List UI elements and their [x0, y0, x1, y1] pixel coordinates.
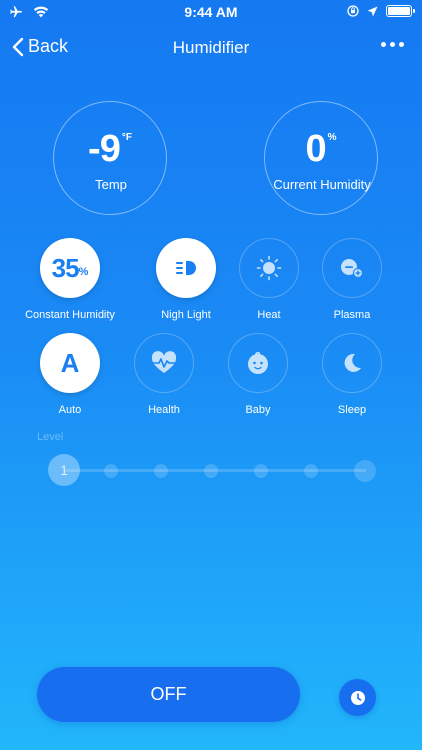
mode-plasma: Plasma — [307, 238, 397, 321]
sleep-label: Sleep — [337, 404, 367, 416]
more-dot-icon — [390, 42, 395, 47]
page-title: Humidifier — [172, 38, 250, 57]
status-right — [347, 5, 415, 17]
level-step[interactable] — [104, 464, 118, 478]
level-step[interactable] — [204, 464, 218, 478]
location-icon — [367, 5, 378, 16]
battery-icon — [386, 5, 415, 17]
plasma-button[interactable] — [322, 238, 382, 298]
moon-icon — [344, 353, 361, 372]
sun-icon — [256, 255, 282, 281]
night-light-button[interactable] — [156, 238, 216, 298]
auto-icon: A — [60, 347, 80, 378]
temperature-label: Temp — [95, 177, 127, 192]
heartbeat-icon — [151, 351, 177, 373]
constant-humidity-label: Constant Humidity — [25, 309, 115, 321]
baby-button[interactable] — [228, 333, 288, 393]
plasma-icon — [341, 259, 364, 279]
constant-humidity-value: 35 — [51, 252, 80, 283]
navigation-bar: Back Humidifier — [0, 30, 422, 66]
auto-button[interactable]: A — [40, 333, 100, 393]
rotation-lock-icon — [347, 5, 359, 17]
plasma-label: Plasma — [333, 309, 371, 321]
level-value: 1 — [60, 462, 68, 478]
status-bar: 9:44 AM — [0, 0, 422, 24]
temperature-value-row: -9 °F — [54, 128, 166, 171]
more-dot-icon — [399, 42, 404, 47]
baby-face-icon — [248, 351, 268, 374]
clock-icon — [350, 690, 365, 705]
more-menu-button[interactable] — [381, 42, 404, 47]
sleep-button[interactable] — [322, 333, 382, 393]
temperature-value: -9 — [88, 128, 121, 170]
level-slider-knob[interactable]: 1 — [48, 454, 80, 486]
level-step-max[interactable] — [354, 460, 376, 482]
timer-button[interactable] — [339, 679, 376, 716]
mode-sleep: Sleep — [307, 333, 397, 416]
mode-constant-humidity: 35% Constant Humidity — [25, 238, 115, 321]
level-step[interactable] — [154, 464, 168, 478]
temperature-unit: °F — [121, 132, 132, 143]
level-step[interactable] — [254, 464, 268, 478]
humidity-unit: % — [327, 132, 337, 143]
more-dot-icon — [381, 42, 386, 47]
power-label: OFF — [150, 684, 187, 704]
power-off-button[interactable]: OFF — [37, 667, 300, 722]
humidity-label: Current Humidity — [273, 177, 371, 192]
constant-humidity-button[interactable]: 35% — [40, 238, 100, 298]
constant-humidity-unit: % — [78, 266, 89, 278]
level-step[interactable] — [304, 464, 318, 478]
humidity-display: 0% Current Humidity — [264, 101, 378, 215]
temperature-display: -9 °F Temp — [53, 101, 167, 215]
humidity-value-row: 0% — [265, 128, 377, 171]
level-label: Level — [37, 431, 64, 443]
health-button[interactable] — [134, 333, 194, 393]
humidity-value: 0 — [305, 128, 326, 170]
heat-button[interactable] — [239, 238, 299, 298]
headlight-icon — [176, 261, 196, 275]
